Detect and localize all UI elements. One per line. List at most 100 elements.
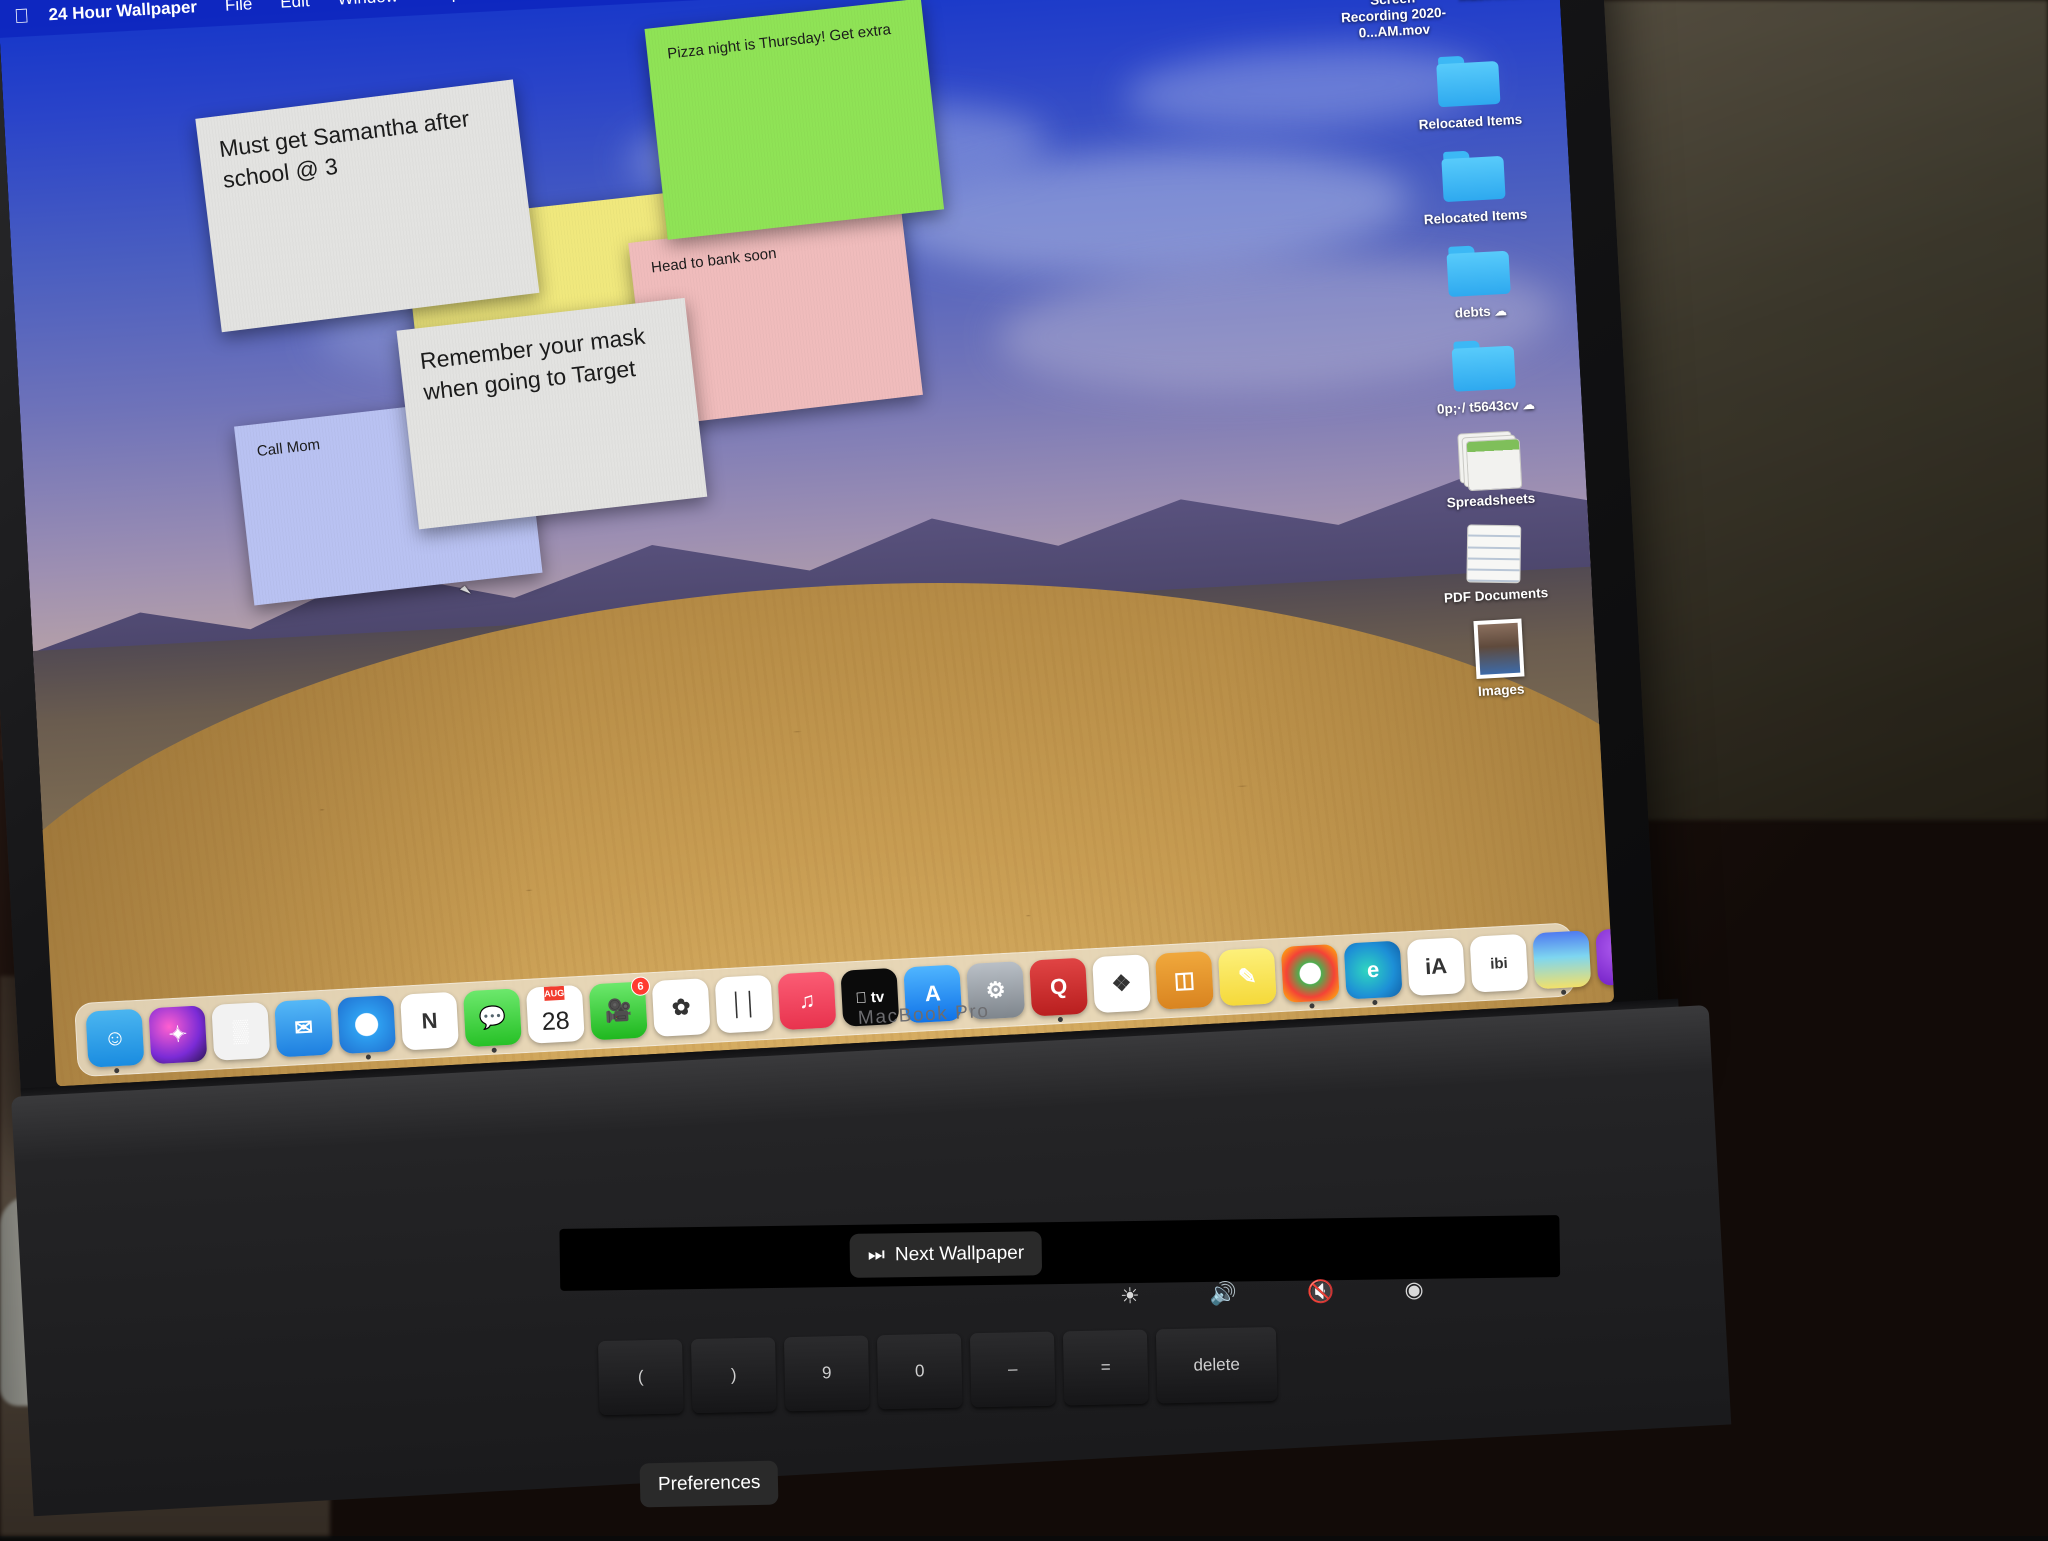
- appletv-icon:  tv: [855, 988, 885, 1007]
- dock-running-indicator: [1560, 989, 1567, 995]
- apple-logo-icon[interactable]: : [8, 3, 35, 30]
- folder-icon: [1445, 332, 1522, 398]
- dock-item-chrome[interactable]: ●: [1280, 943, 1340, 1009]
- dock-item-quicken[interactable]: Q: [1029, 957, 1089, 1023]
- dock-item-mail[interactable]: ✉: [274, 998, 334, 1058]
- keyboard-key-9[interactable]: 9: [783, 1335, 870, 1412]
- keyboard-key-delete[interactable]: delete: [1155, 1326, 1278, 1404]
- desktop-icon-debts[interactable]: debts ☁: [1387, 234, 1571, 325]
- calendar-month: AUG: [543, 985, 565, 1001]
- chrome-icon: ●: [1302, 960, 1318, 986]
- sticky-note-samantha[interactable]: Must get Samantha after school @ 3: [195, 79, 540, 333]
- dock-badge: 6: [630, 976, 651, 997]
- dock-item-slack[interactable]: ❖: [1092, 954, 1151, 1014]
- pdf-document-icon: [1455, 521, 1532, 587]
- desktop-icon-label-text: debts: [1454, 303, 1492, 321]
- desktop-icon-label: Spreadsheets: [1446, 491, 1536, 511]
- skip-forward-icon: ⏭: [867, 1244, 886, 1266]
- dock-item-finder[interactable]: ☺: [85, 1008, 145, 1074]
- dock-running-indicator: [491, 1047, 497, 1053]
- menu-item-file[interactable]: File: [210, 0, 267, 26]
- desktop-icon-screen-recording[interactable]: Screen Recording 2020-0...AM.mov: [1334, 0, 1450, 42]
- keyboard-key-0[interactable]: 0: [876, 1333, 963, 1410]
- dock-item-safari[interactable]: ✦: [337, 995, 397, 1060]
- desktop-icon-0pt5643cv[interactable]: 0p;·/ t5643cv ☁: [1392, 329, 1576, 420]
- dock-running-indicator: [365, 1054, 372, 1060]
- dock-item-messages[interactable]: 💬: [462, 988, 522, 1053]
- facetime-icon: 🎥: [603, 997, 633, 1024]
- messages-icon: 💬: [478, 1004, 507, 1031]
- quicken-icon: Q: [1049, 973, 1068, 1000]
- desktop-icon-relocated-items-2[interactable]: Relocated Items: [1382, 139, 1566, 230]
- desktop-icon-label: Images: [1477, 681, 1525, 700]
- icloud-download-icon: ☁: [1494, 303, 1508, 319]
- desktop-icon-label-text: 0p;·/ t5643cv: [1436, 396, 1520, 417]
- dock-item-photos[interactable]: ✿: [651, 978, 711, 1037]
- desktop-icon-relocated-items-1[interactable]: Relocated Items: [1377, 45, 1561, 136]
- sticky-note-text: Remember your mask when going to Target: [418, 322, 647, 405]
- dock-running-indicator: [1309, 1003, 1315, 1009]
- mute-key-icon[interactable]: 🔇: [1307, 1279, 1335, 1306]
- keyboard-number-row[interactable]: () 9 0– = delete: [598, 1319, 1662, 1541]
- launchpad-icon: ▒: [232, 1017, 250, 1044]
- volume-up-key-icon[interactable]: 🔊: [1209, 1281, 1237, 1308]
- sticky-note-pizza[interactable]: Pizza night is Thursday! Get extra: [644, 0, 945, 240]
- dock-item-launchpad[interactable]: ▒: [211, 1001, 271, 1061]
- dock-running-indicator: [1057, 1016, 1063, 1023]
- dock-running-indicator: [114, 1068, 120, 1074]
- dock-item-facetime[interactable]: 🎥 6: [588, 976, 651, 1041]
- macbook-pro:  24 Hour Wallpaper File Edit Window Hel…: [0, 0, 1732, 1517]
- dock-item-siri[interactable]: ✦: [148, 1005, 208, 1065]
- ia-writer-icon: iA: [1424, 953, 1448, 980]
- keyboard-key-[interactable]: (: [598, 1339, 684, 1416]
- ibi-icon: ibi: [1489, 954, 1509, 973]
- desktop-icon-spreadsheets[interactable]: Spreadsheets: [1397, 424, 1581, 515]
- safari-icon: ✦: [356, 1011, 377, 1038]
- sticky-note-text: Head to bank soon: [650, 244, 778, 277]
- folder-icon: [1440, 237, 1517, 303]
- dock-item-notes[interactable]: ✎: [1217, 947, 1277, 1007]
- desktop-icon-macintosh-hd[interactable]: Macintosh HD: [1450, 0, 1556, 36]
- numbers-icon: ││: [729, 990, 759, 1017]
- siri-key-icon[interactable]: ◉: [1404, 1277, 1424, 1303]
- sticky-note-mask[interactable]: Remember your mask when going to Target: [396, 297, 708, 530]
- icloud-download-icon: ☁: [1522, 397, 1536, 412]
- dock-running-indicator: [1372, 999, 1378, 1006]
- keyboard-key-[interactable]: ): [691, 1337, 777, 1414]
- dock-item-calendar[interactable]: AUG 28: [525, 984, 585, 1044]
- desktop-icon-pdf-documents[interactable]: PDF Documents: [1402, 518, 1586, 609]
- dock-item-ibi[interactable]: ibi: [1469, 933, 1529, 993]
- sticky-note-text: Pizza night is Thursday! Get extra: [666, 21, 892, 63]
- desktop-icon-label: Relocated Items: [1423, 206, 1528, 227]
- music-icon: ♫: [798, 987, 816, 1014]
- desktop-icon-images[interactable]: Images: [1407, 613, 1591, 704]
- slack-icon: ❖: [1110, 970, 1133, 997]
- keyboard-key-[interactable]: =: [1062, 1329, 1149, 1406]
- desktop-icon-label: Relocated Items: [1418, 111, 1523, 133]
- contacts-icon: ◫: [1173, 966, 1196, 993]
- touchbar-next-wallpaper-button[interactable]: ⏭ Next Wallpaper: [849, 1231, 1043, 1278]
- finder-icon: ☺: [103, 1024, 127, 1051]
- desktop-icon-label: 0p;·/ t5643cv ☁: [1437, 396, 1536, 417]
- laptop-screen:  24 Hour Wallpaper File Edit Window Hel…: [0, 0, 1615, 1087]
- desktop-icon-label: debts ☁: [1454, 302, 1507, 321]
- macos-desktop[interactable]:  24 Hour Wallpaper File Edit Window Hel…: [0, 0, 1615, 1087]
- brightness-key-icon[interactable]: ☀: [1120, 1283, 1140, 1309]
- dock-item-numbers[interactable]: ││: [714, 974, 774, 1034]
- dock-item-contacts[interactable]: ◫: [1154, 950, 1214, 1010]
- dock-item-news[interactable]: N: [400, 991, 460, 1051]
- keyboard-key-[interactable]: –: [969, 1331, 1056, 1408]
- dock-item-edge[interactable]: e: [1343, 940, 1403, 1006]
- photo-stack-icon: [1460, 616, 1537, 682]
- dock-item-ia-writer[interactable]: iA: [1406, 937, 1466, 997]
- folder-icon: [1435, 142, 1512, 208]
- dock-item-music[interactable]: ♫: [777, 971, 837, 1031]
- notes-icon: ✎: [1237, 963, 1258, 990]
- edge-icon: e: [1366, 956, 1380, 983]
- dock-item-gradient-app[interactable]: [1532, 930, 1592, 995]
- siri-icon: ✦: [167, 1021, 188, 1048]
- desktop-icon-label: PDF Documents: [1443, 585, 1549, 607]
- photos-icon: ✿: [671, 994, 692, 1020]
- menu-item-edit[interactable]: Edit: [265, 0, 324, 23]
- folder-icon: [1430, 47, 1507, 113]
